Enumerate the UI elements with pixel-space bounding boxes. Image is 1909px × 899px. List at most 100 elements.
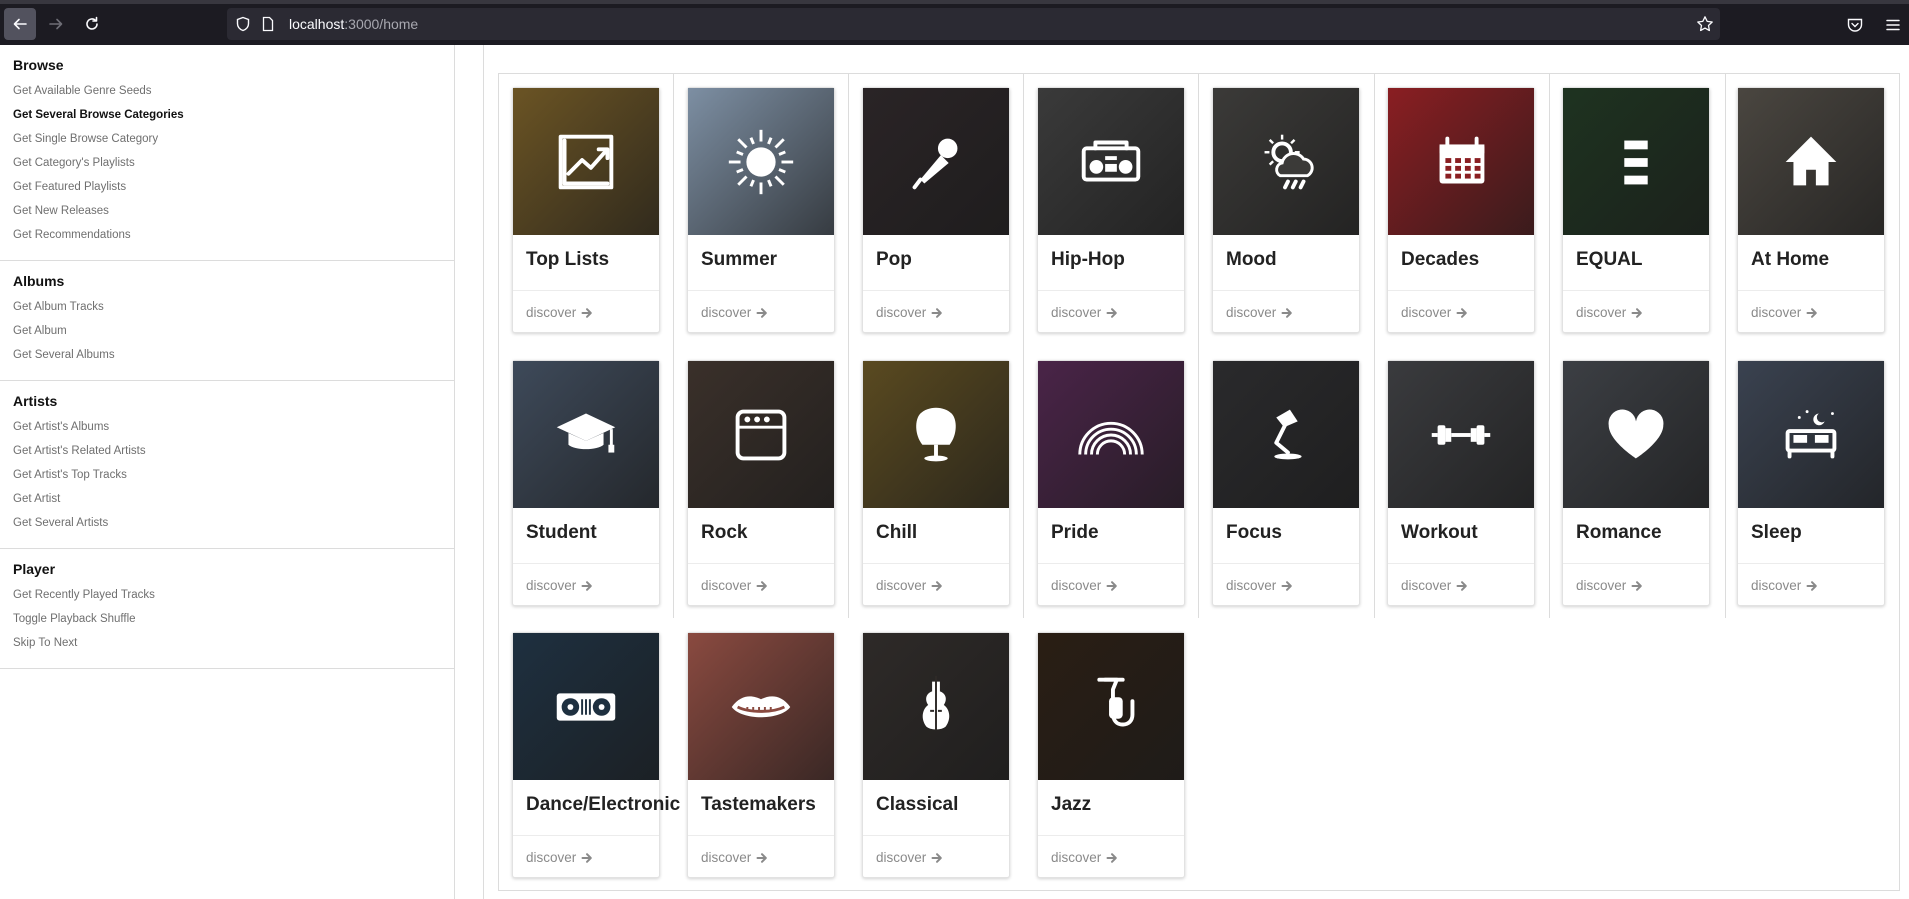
sidebar-link[interactable]: Get Several Browse Categories — [13, 108, 454, 132]
boombox-icon — [1081, 140, 1141, 181]
discover-link[interactable]: discover — [526, 305, 593, 320]
sidebar-link[interactable]: Get Artist's Top Tracks — [13, 468, 454, 492]
sidebar-link[interactable]: Get Recently Played Tracks — [13, 588, 454, 612]
category-image — [1038, 88, 1184, 235]
sidebar-section-artists: Artists Get Artist's Albums Get Artist's R… — [0, 381, 454, 549]
amplifier-icon — [735, 409, 787, 460]
discover-link[interactable]: discover — [1576, 305, 1643, 320]
sidebar-link[interactable]: Get Category's Playlists — [13, 156, 454, 180]
category-card[interactable]: Rock discover — [687, 360, 835, 606]
calendar-icon — [1439, 136, 1485, 183]
discover-label: discover — [701, 305, 752, 320]
reload-button[interactable] — [76, 8, 108, 40]
discover-label: discover — [876, 850, 927, 865]
category-image — [1738, 88, 1884, 235]
category-card[interactable]: At Home discover — [1737, 87, 1885, 333]
discover-link[interactable]: discover — [1751, 578, 1818, 593]
category-card[interactable]: Jazz discover — [1037, 632, 1185, 878]
category-card[interactable]: Tastemakers discover — [687, 632, 835, 878]
sidebar-link[interactable]: Get Artist — [13, 492, 454, 516]
discover-link[interactable]: discover — [701, 850, 768, 865]
forward-button[interactable] — [40, 8, 72, 40]
heart-icon — [1608, 409, 1664, 458]
discover-link[interactable]: discover — [1401, 578, 1468, 593]
sidebar-link[interactable]: Get Featured Playlists — [13, 180, 454, 204]
category-name: Mood — [1226, 249, 1277, 270]
pocket-icon[interactable] — [1846, 16, 1864, 34]
category-card[interactable]: Workout discover — [1387, 360, 1535, 606]
sidebar-link[interactable]: Get Several Albums — [13, 348, 454, 372]
category-name: Focus — [1226, 522, 1282, 543]
card-divider — [863, 563, 1009, 564]
discover-label: discover — [1051, 850, 1102, 865]
discover-link[interactable]: discover — [1051, 578, 1118, 593]
category-card[interactable]: Classical discover — [862, 632, 1010, 878]
bookmark-star-icon[interactable] — [1696, 15, 1714, 33]
discover-label: discover — [1226, 305, 1277, 320]
sidebar-link[interactable]: Get Artist's Albums — [13, 420, 454, 444]
discover-link[interactable]: discover — [1226, 305, 1293, 320]
sidebar-link[interactable]: Toggle Playback Shuffle — [13, 612, 454, 636]
category-card[interactable]: Sleep discover — [1737, 360, 1885, 606]
category-card[interactable]: Student discover — [512, 360, 660, 606]
arrow-right-icon — [1631, 580, 1643, 591]
category-card[interactable]: Dance/Electronic discover — [512, 632, 680, 878]
sidebar-link[interactable]: Get Album Tracks — [13, 300, 454, 324]
sidebar-link[interactable]: Get Artist's Related Artists — [13, 444, 454, 468]
sidebar-link[interactable]: Get New Releases — [13, 204, 454, 228]
category-name: Summer — [701, 249, 778, 270]
discover-link[interactable]: discover — [526, 578, 593, 593]
main-content: Top Lists discover Summer discover Pop discov… — [483, 45, 1909, 899]
discover-link[interactable]: discover — [876, 578, 943, 593]
sidebar-link[interactable]: Get Album — [13, 324, 454, 348]
discover-link[interactable]: discover — [1226, 578, 1293, 593]
forward-arrow-icon — [49, 18, 63, 30]
category-card[interactable]: EQUAL discover — [1562, 87, 1710, 333]
sidebar-link[interactable]: Get Single Browse Category — [13, 132, 454, 156]
address-bar[interactable]: localhost:3000/home — [227, 8, 1720, 40]
menu-icon[interactable] — [1884, 16, 1902, 34]
sidebar-link[interactable]: Get Available Genre Seeds — [13, 84, 454, 108]
back-button[interactable] — [4, 8, 36, 40]
bed-icon — [1785, 409, 1837, 458]
card-divider — [1738, 290, 1884, 291]
category-card[interactable]: Mood discover — [1212, 87, 1360, 333]
discover-link[interactable]: discover — [1751, 305, 1818, 320]
arrow-right-icon — [931, 580, 943, 591]
discover-link[interactable]: discover — [701, 305, 768, 320]
discover-link[interactable]: discover — [1401, 305, 1468, 320]
discover-link[interactable]: discover — [1576, 578, 1643, 593]
category-card[interactable]: Summer discover — [687, 87, 835, 333]
category-card[interactable]: Focus discover — [1212, 360, 1360, 606]
desk-lamp-icon — [1274, 409, 1302, 459]
category-card[interactable]: Pride discover — [1037, 360, 1185, 606]
category-card[interactable]: Romance discover — [1562, 360, 1710, 606]
house-icon — [1785, 136, 1837, 185]
discover-link[interactable]: discover — [1051, 305, 1118, 320]
discover-label: discover — [526, 850, 577, 865]
sidebar-link[interactable]: Skip To Next — [13, 636, 454, 660]
sidebar-section-title: Albums — [13, 273, 65, 289]
category-image — [688, 361, 834, 508]
url-text: localhost:3000/home — [289, 16, 418, 32]
card-divider — [1213, 563, 1359, 564]
discover-link[interactable]: discover — [876, 305, 943, 320]
sidebar-link[interactable]: Get Recommendations — [13, 228, 454, 252]
discover-link[interactable]: discover — [876, 850, 943, 865]
sidebar-section-player: Player Get Recently Played Tracks Toggle P… — [0, 549, 454, 669]
category-card[interactable]: Top Lists discover — [512, 87, 660, 333]
discover-link[interactable]: discover — [526, 850, 593, 865]
category-card[interactable]: Hip-Hop discover — [1037, 87, 1185, 333]
page-icon[interactable] — [260, 16, 276, 32]
shield-icon[interactable] — [235, 16, 251, 32]
discover-link[interactable]: discover — [701, 578, 768, 593]
category-name: Top Lists — [526, 249, 610, 270]
category-name: Chill — [876, 522, 918, 543]
category-card[interactable]: Pop discover — [862, 87, 1010, 333]
sidebar-link[interactable]: Get Several Artists — [13, 516, 454, 540]
category-card[interactable]: Chill discover — [862, 360, 1010, 606]
column-divider — [1549, 74, 1550, 618]
category-card[interactable]: Decades discover — [1387, 87, 1535, 333]
column-divider — [848, 74, 849, 618]
discover-link[interactable]: discover — [1051, 850, 1118, 865]
